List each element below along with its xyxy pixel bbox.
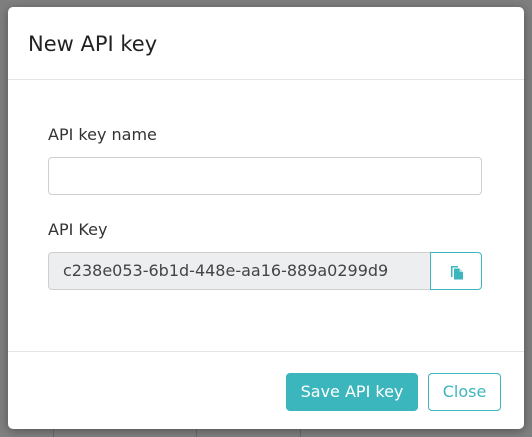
save-api-key-button[interactable]: Save API key — [286, 373, 418, 411]
dialog-header: New API key — [8, 7, 524, 80]
backdrop-cell-divider — [53, 429, 54, 437]
api-key-label: API Key — [48, 220, 108, 239]
dialog-body: API key name API Key c238e053-6b1d-448e-… — [8, 80, 524, 351]
close-button[interactable]: Close — [428, 373, 501, 411]
backdrop-cell-divider — [196, 429, 197, 437]
dialog-title: New API key — [28, 32, 158, 56]
backdrop-cell-divider — [300, 429, 301, 437]
new-api-key-dialog: New API key API key name API Key c238e05… — [8, 7, 524, 429]
api-key-name-label: API key name — [48, 125, 157, 144]
api-key-value-field[interactable]: c238e053-6b1d-448e-aa16-889a0299d9 — [48, 252, 431, 290]
api-key-name-input[interactable] — [48, 157, 482, 195]
backdrop-table-strip — [0, 429, 532, 437]
copy-key-button[interactable] — [430, 252, 482, 290]
dialog-footer: Save API key Close — [8, 351, 524, 429]
copy-icon — [451, 266, 463, 280]
